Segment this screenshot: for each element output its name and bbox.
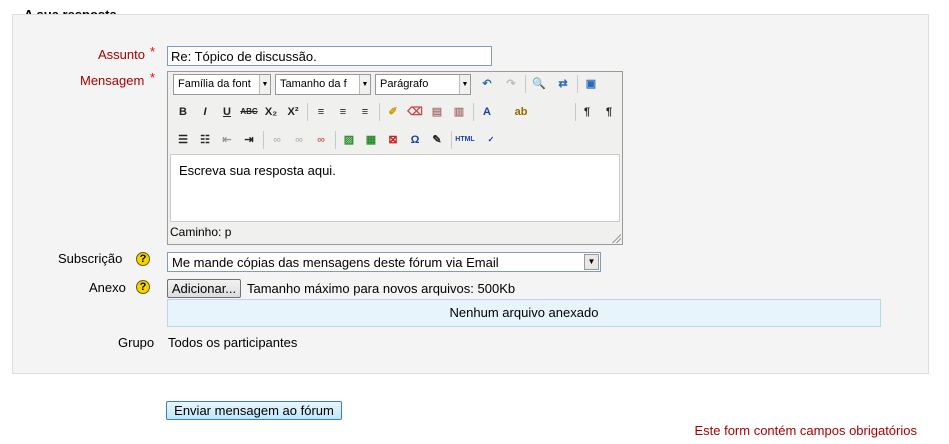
indent-icon[interactable]: ⇥ [239,130,259,150]
format-value: Parágrafo [380,78,429,90]
group-label: Grupo [118,335,155,350]
nolink-icon[interactable]: ∞ [311,130,331,150]
toolbar-separator [335,131,336,149]
font-family-select[interactable]: Família da font ▼ [173,74,271,95]
strikethrough-icon[interactable]: ABC [239,102,259,122]
help-icon[interactable]: ? [136,280,150,294]
media-icon[interactable]: ▦ [361,130,381,150]
highlight-color-icon[interactable]: ab [511,102,531,122]
toolbar-separator [577,75,578,93]
resize-grip-icon[interactable] [611,233,621,243]
subscript-icon[interactable]: X₂ [261,102,281,122]
add-file-button[interactable]: Adicionar... [167,279,241,298]
html-icon[interactable]: HTML [455,130,475,150]
paste-text-icon[interactable]: ▤ [427,102,447,122]
attachment-label: Anexo [89,280,126,295]
font-size-select[interactable]: Tamanho da f ▼ [275,74,371,95]
chevron-down-icon: ▼ [584,254,599,270]
font-size-value: Tamanho da f [280,78,347,90]
align-right-icon[interactable]: ≡ [355,102,375,122]
toolbar-separator [525,75,526,93]
underline-icon[interactable]: U [217,102,237,122]
chevron-down-icon: ▼ [259,75,270,94]
chevron-down-icon: ▼ [459,75,470,94]
required-star-message: * [150,70,156,85]
submit-button[interactable]: Enviar mensagem ao fórum [166,401,342,420]
toolbar-separator [575,103,576,121]
paste-word-icon[interactable]: ▥ [449,102,469,122]
subscription-label: Subscrição [58,251,123,266]
max-size-text: Tamanho máximo para novos arquivos: 500K… [247,281,516,296]
text-color-icon[interactable]: A [477,102,497,122]
link-icon[interactable]: ∞ [267,130,287,150]
toolbar-separator [307,103,308,121]
font-family-value: Família da font [178,78,251,90]
attachment-dropzone[interactable]: Nenhum arquivo anexado [167,299,881,327]
undo-icon[interactable]: ↶ [477,74,497,94]
find-icon[interactable]: 🔍 [529,74,549,94]
subscription-select[interactable]: Me mande cópias das mensagens deste fóru… [167,252,601,272]
subscription-value: Me mande cópias das mensagens deste fóru… [172,255,499,270]
ltr-icon[interactable]: ¶ [577,102,597,122]
cleanup-icon[interactable]: ✐ [383,102,403,122]
format-select[interactable]: Parágrafo ▼ [375,74,471,95]
superscript-icon[interactable]: X² [283,102,303,122]
required-fields-note: Este form contém campos obrigatórios [694,423,917,438]
align-center-icon[interactable]: ≡ [333,102,353,122]
rtl-icon[interactable]: ¶ [599,102,619,122]
edit-icon[interactable]: ✎ [427,130,447,150]
chevron-down-icon: ▼ [359,75,370,94]
fullscreen-icon[interactable]: ▣ [581,74,601,94]
redo-icon[interactable]: ↷ [501,74,521,94]
align-left-icon[interactable]: ≡ [311,102,331,122]
eraser-icon[interactable]: ⌫ [405,102,425,122]
numbered-list-icon[interactable]: ☷ [195,130,215,150]
spellcheck-icon[interactable]: ✓ [481,130,501,150]
toolbar-separator [379,103,380,121]
subject-input[interactable] [167,46,492,66]
bold-icon[interactable]: B [173,102,193,122]
toolbar-separator [451,131,452,149]
editor-path: Caminho: p [170,225,232,239]
italic-icon[interactable]: I [195,102,215,122]
message-label: Mensagem [80,73,145,88]
html-editor: Família da font ▼ Tamanho da f ▼ Parágrafo… [167,71,623,245]
nonbreaking-icon[interactable]: ⊠ [383,130,403,150]
unlink-icon[interactable]: ∞ [289,130,309,150]
group-value: Todos os participantes [168,335,298,350]
toolbar-separator [263,131,264,149]
replace-icon[interactable]: ⇄ [553,74,573,94]
image-icon[interactable]: ▨ [339,130,359,150]
help-icon[interactable]: ? [136,252,150,266]
omega-icon[interactable]: Ω [405,130,425,150]
outdent-icon[interactable]: ⇤ [217,130,237,150]
subject-label: Assunto [98,47,145,62]
bullet-list-icon[interactable]: ☰ [173,130,193,150]
toolbar-separator [473,103,474,121]
required-star-subject: * [150,44,156,59]
editor-content-area[interactable]: Escreva sua resposta aqui. [170,154,620,222]
